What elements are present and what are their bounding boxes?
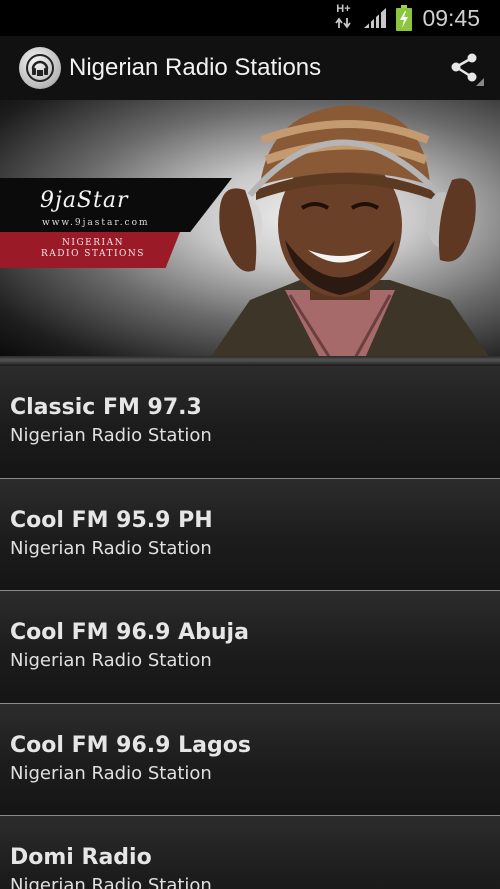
list-item[interactable]: Cool FM 96.9 Lagos Nigerian Radio Statio… bbox=[0, 703, 500, 816]
list-item[interactable]: Cool FM 95.9 PH Nigerian Radio Station bbox=[0, 478, 500, 591]
banner-subtitle-line1: NIGERIAN bbox=[62, 238, 124, 248]
list-item[interactable]: Domi Radio Nigerian Radio Station bbox=[0, 816, 500, 889]
header-banner: 9jaStar www.9jastar.com NIGERIAN RADIO S… bbox=[0, 100, 500, 358]
station-subtitle: Nigerian Radio Station bbox=[10, 425, 212, 446]
status-clock: 09:45 bbox=[422, 4, 480, 31]
network-type-label: H+ bbox=[336, 3, 351, 15]
station-subtitle: Nigerian Radio Station bbox=[10, 762, 212, 784]
radio-tower-icon bbox=[26, 54, 54, 82]
banner-photo bbox=[210, 105, 490, 358]
share-button[interactable] bbox=[446, 48, 486, 88]
banner-url: www.9jastar.com bbox=[42, 218, 150, 228]
data-arrows-icon bbox=[335, 17, 352, 29]
banner-subtitle-line2: RADIO STATIONS bbox=[41, 249, 145, 259]
list-item[interactable]: Cool FM 96.9 Abuja Nigerian Radio Statio… bbox=[0, 591, 500, 704]
station-subtitle: Nigerian Radio Station bbox=[10, 650, 212, 671]
banner-divider bbox=[0, 356, 500, 366]
station-list[interactable]: Classic FM 97.3 Nigerian Radio Station C… bbox=[0, 366, 500, 889]
share-icon bbox=[451, 53, 484, 86]
app-title: Nigerian Radio Stations bbox=[69, 54, 322, 81]
app-logo[interactable] bbox=[19, 47, 61, 89]
station-name: Cool FM 96.9 Lagos bbox=[10, 732, 251, 758]
station-name: Cool FM 96.9 Abuja bbox=[10, 620, 249, 645]
station-name: Classic FM 97.3 bbox=[10, 395, 202, 420]
station-subtitle: Nigerian Radio Station bbox=[10, 537, 212, 559]
list-item[interactable]: Classic FM 97.3 Nigerian Radio Station bbox=[0, 366, 500, 479]
status-bar: H+ 09:45 bbox=[0, 0, 500, 36]
action-bar: Nigerian Radio Stations bbox=[0, 36, 500, 100]
banner-logo: 9jaStar bbox=[40, 188, 129, 213]
battery-charging-icon bbox=[396, 5, 413, 31]
station-name: Cool FM 95.9 PH bbox=[10, 507, 213, 533]
signal-icon bbox=[364, 8, 387, 28]
station-subtitle: Nigerian Radio Station bbox=[10, 875, 212, 889]
station-name: Domi Radio bbox=[10, 845, 152, 870]
banner-subtitle: NIGERIAN RADIO STATIONS bbox=[18, 238, 168, 260]
network-type-indicator: H+ bbox=[332, 4, 354, 32]
